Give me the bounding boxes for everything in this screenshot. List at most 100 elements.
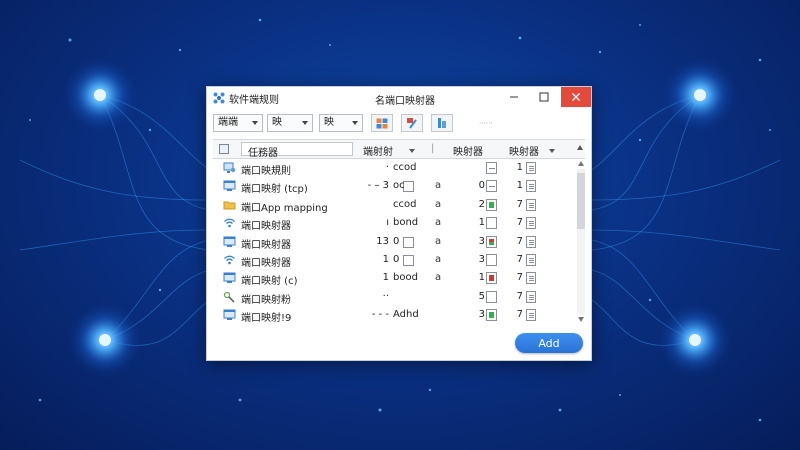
- filter-tool-button[interactable]: [431, 114, 453, 132]
- minimize-icon: [510, 96, 518, 98]
- port-value: ·: [385, 162, 389, 173]
- protocol-value: oc: [393, 180, 405, 192]
- more-options-button[interactable]: ⋯⋯: [471, 114, 501, 132]
- port-value: ··: [382, 290, 389, 302]
- mapping-count: 7: [516, 235, 523, 247]
- status-indicator[interactable]: [486, 162, 497, 174]
- name-filter-label: 任務器: [248, 148, 278, 159]
- grid-view-icon: [376, 118, 388, 128]
- vertical-scrollbar[interactable]: [575, 159, 587, 325]
- mapping-count: 7: [516, 309, 523, 321]
- column-header-status-left[interactable]: 映射器: [453, 143, 483, 158]
- grid-view-button[interactable]: [371, 114, 393, 132]
- title-bar[interactable]: 软件端规则 名端口映射器: [207, 87, 591, 109]
- flag-value: a: [435, 198, 442, 210]
- column-header-divider: |: [431, 143, 435, 154]
- app-title: 软件端规则: [229, 95, 279, 106]
- port-value: ı: [386, 217, 389, 229]
- session-count: 0: [478, 180, 485, 192]
- session-count: 5: [478, 290, 485, 302]
- port-mapping-window: 软件端规则 名端口映射器 端端 映 映 ⋯⋯ 任務器 端射射 | 映射器 映射器…: [206, 86, 592, 361]
- type-dropdown-value: 端端: [218, 117, 238, 128]
- rule-name: 端口映射 (c): [241, 276, 298, 288]
- status-indicator[interactable]: [486, 290, 497, 303]
- type-dropdown[interactable]: 端端: [213, 114, 263, 132]
- filter-tool-icon: [438, 118, 446, 128]
- chevron-down-icon: [549, 149, 555, 153]
- port-value: 1: [382, 254, 389, 265]
- map-dropdown[interactable]: 映: [319, 114, 363, 132]
- sort-up-icon[interactable]: [577, 145, 583, 150]
- edit-tool-button[interactable]: [401, 114, 423, 132]
- flag-value: a: [435, 254, 442, 265]
- port-value: - - -: [371, 309, 389, 321]
- port-checkbox[interactable]: [403, 255, 414, 266]
- status-indicator[interactable]: [486, 254, 497, 266]
- close-button[interactable]: [561, 87, 591, 107]
- edit-tool-icon: [407, 118, 417, 129]
- add-button[interactable]: Add: [515, 333, 583, 353]
- document-icon[interactable]: [526, 272, 536, 285]
- table-row[interactable]: 端口映射 (tcp) - – 3 oc a 0 1: [213, 177, 575, 195]
- monitor-icon: [223, 309, 236, 321]
- monitor-user-icon: [223, 162, 236, 174]
- monitor-icon: [223, 272, 236, 284]
- rule-name: 端口映射!9: [241, 313, 292, 325]
- table-row[interactable]: 端口映射器 1 0 a 3 7: [213, 251, 575, 269]
- maximize-button[interactable]: [529, 87, 559, 107]
- mode-dropdown[interactable]: 映: [267, 114, 313, 132]
- window-title: 名端口映射器: [375, 96, 435, 107]
- close-icon: [572, 93, 580, 101]
- table-header: 任務器 端射射 | 映射器 映射器: [213, 139, 585, 159]
- flag-value: a: [435, 217, 442, 229]
- scroll-thumb[interactable]: [577, 173, 585, 229]
- document-icon[interactable]: [526, 180, 536, 193]
- status-indicator[interactable]: [486, 180, 497, 193]
- rule-name: 端口映射器: [241, 221, 291, 233]
- minimize-button[interactable]: [499, 87, 529, 107]
- wifi-icon: [223, 254, 236, 266]
- folder-icon: [223, 199, 236, 211]
- document-icon[interactable]: [526, 290, 536, 303]
- monitor-icon: [223, 236, 236, 248]
- document-icon[interactable]: [526, 309, 536, 322]
- table-row[interactable]: 端口映規則 · ccod 1: [213, 159, 575, 177]
- port-checkbox[interactable]: [403, 236, 414, 248]
- mapping-count: 7: [516, 198, 523, 210]
- table-row[interactable]: 端口映射器 13 0 a 3 7: [213, 233, 575, 251]
- column-header-status[interactable]: 映射器: [509, 143, 539, 158]
- map-dropdown-value: 映: [324, 117, 334, 128]
- mapping-count: 7: [516, 290, 523, 302]
- status-indicator[interactable]: [486, 272, 497, 285]
- document-icon[interactable]: [526, 235, 536, 248]
- status-indicator[interactable]: [486, 217, 497, 230]
- scroll-up-arrow-icon[interactable]: [578, 161, 584, 166]
- name-filter-input[interactable]: 任務器: [241, 142, 353, 159]
- chevron-down-icon: [352, 121, 358, 125]
- table-row[interactable]: 端口映射!9 - - - Adhd 3 7: [213, 306, 575, 324]
- document-icon[interactable]: [526, 162, 536, 174]
- table-row[interactable]: 端口映射 (c) 1 bood a 1 7: [213, 269, 575, 287]
- table-row[interactable]: 端口App mapping ccod a 2 7: [213, 196, 575, 214]
- scroll-down-arrow-icon[interactable]: [578, 317, 584, 322]
- maximize-icon: [539, 92, 549, 102]
- table-row[interactable]: 端口映射粉 ·· 5 7: [213, 288, 575, 306]
- select-all-checkbox[interactable]: [219, 144, 229, 154]
- column-header-port[interactable]: 端射射: [363, 143, 393, 158]
- document-icon[interactable]: [526, 198, 536, 211]
- port-checkbox[interactable]: [403, 181, 414, 193]
- port-value: - – 3: [367, 180, 389, 192]
- status-indicator[interactable]: [486, 235, 497, 248]
- protocol-value: ccod: [393, 162, 417, 173]
- flag-value: a: [435, 272, 442, 284]
- protocol-value: bood: [393, 272, 418, 284]
- tool-icon: [223, 291, 236, 303]
- protocol-value: bond: [393, 217, 419, 229]
- table-row[interactable]: 端口映射器 ı bond a 1 7: [213, 214, 575, 232]
- status-indicator[interactable]: [486, 309, 497, 322]
- document-icon[interactable]: [526, 217, 536, 230]
- document-icon[interactable]: [526, 254, 536, 266]
- session-count: 3: [478, 254, 485, 265]
- status-indicator[interactable]: [486, 198, 497, 211]
- rule-name: 端口App mapping: [241, 202, 328, 214]
